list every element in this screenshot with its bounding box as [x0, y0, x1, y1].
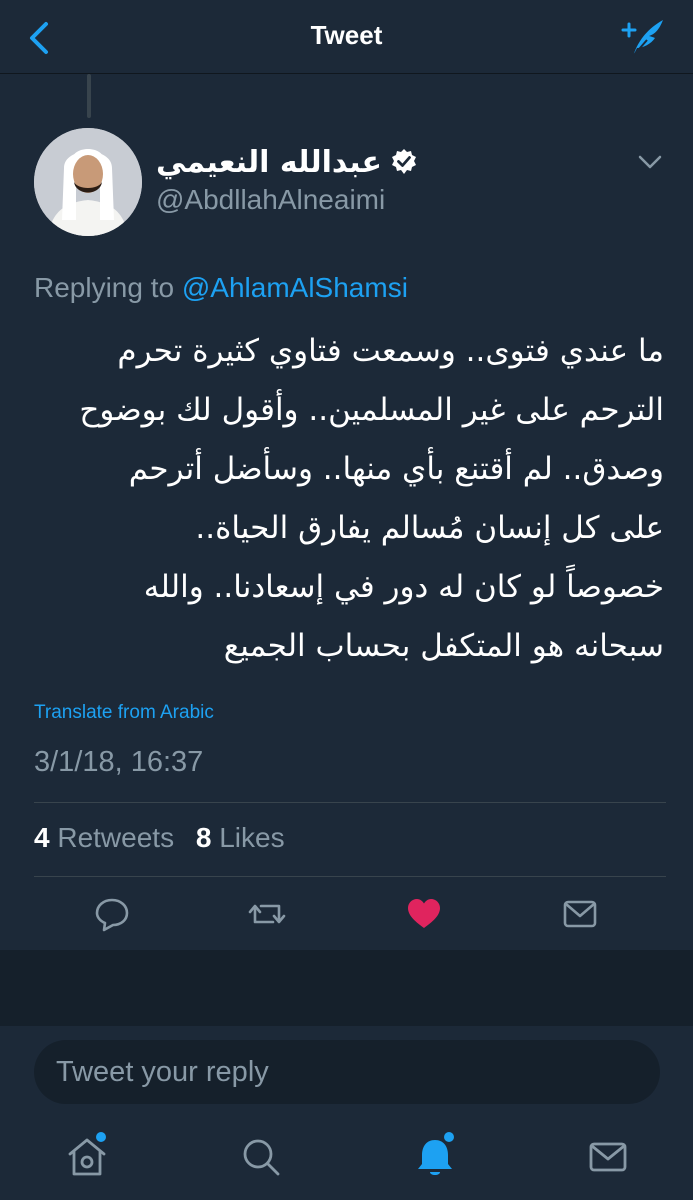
replying-label: Replying to — [34, 272, 175, 303]
reply-icon[interactable] — [90, 892, 134, 936]
tweet-text: ما عندي فتوى.. وسمعت فتاوي كثيرة تحرم ال… — [79, 333, 664, 664]
tweet-timestamp: 3/1/18, 16:37 — [34, 746, 204, 778]
reply-input[interactable] — [34, 1040, 660, 1104]
tab-search[interactable] — [236, 1132, 286, 1182]
replying-to: Replying to @AhlamAlShamsi — [34, 272, 408, 304]
retweets-stat[interactable]: 4 Retweets — [34, 822, 174, 853]
notification-dot — [96, 1132, 106, 1142]
tweet-stats: 4 Retweets 8 Likes — [34, 822, 299, 854]
likes-count: 8 — [195, 822, 212, 853]
retweets-label: Retweets — [57, 822, 175, 853]
tab-bar — [0, 1116, 693, 1200]
divider — [34, 876, 666, 877]
compose-tweet-icon[interactable] — [619, 16, 669, 60]
verified-badge-icon — [391, 149, 416, 174]
notification-dot — [444, 1132, 454, 1142]
divider — [34, 802, 666, 803]
reply-bar — [0, 1026, 693, 1116]
tab-home[interactable] — [62, 1132, 112, 1182]
author-handle[interactable]: @AbdllahAlneaimi — [156, 184, 385, 216]
search-icon — [243, 1139, 280, 1176]
likes-label: Likes — [219, 822, 285, 853]
envelope-icon — [589, 1142, 627, 1172]
likes-stat[interactable]: 8 Likes — [196, 822, 285, 853]
tab-messages[interactable] — [583, 1132, 633, 1182]
tweet-actions — [0, 892, 693, 936]
heart-icon[interactable] — [402, 892, 446, 936]
page-title: Tweet — [310, 20, 383, 50]
tab-notifications[interactable] — [410, 1132, 460, 1182]
replying-handle-link[interactable]: @AhlamAlShamsi — [182, 272, 408, 303]
author-display-name[interactable]: عبدالله النعيمي — [156, 145, 382, 180]
avatar[interactable] — [34, 128, 142, 236]
content-separator — [0, 950, 693, 1026]
thread-line — [87, 74, 91, 118]
chevron-down-icon[interactable] — [637, 152, 663, 172]
retweets-count: 4 — [34, 822, 50, 853]
navigation-bar: Tweet — [0, 0, 693, 74]
translate-link[interactable]: Translate from Arabic — [34, 702, 214, 724]
envelope-icon[interactable] — [558, 892, 602, 936]
author-name-row: عبدالله النعيمي — [156, 142, 536, 182]
retweet-icon[interactable] — [245, 892, 289, 936]
avatar-image — [34, 128, 142, 236]
tweet-detail: عبدالله النعيمي @AbdllahAlneaimi Replyin… — [0, 74, 693, 950]
